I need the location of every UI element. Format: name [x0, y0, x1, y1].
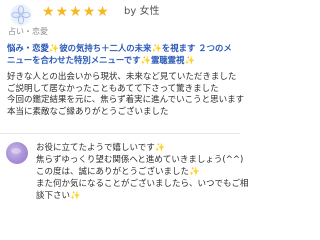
- review-body-line: 本当に素敵なご縁ありがとうございました: [7, 106, 169, 117]
- menu-title-part: 彼の気持ち＋二人の未来: [59, 43, 152, 53]
- category-label: 占い・恋愛: [8, 27, 48, 36]
- star-icon: ★: [69, 4, 82, 20]
- review-card: ★ ★ ★ ★ ★ by 女性 占い・恋愛 悩み・恋愛✨彼の気持ち＋二人の未来✨…: [0, 0, 249, 240]
- rating-row: ★ ★ ★ ★ ★ by 女性: [4, 4, 236, 26]
- reply-line: この度は、誠にありがとうございました✨: [36, 167, 200, 177]
- star-rating: ★ ★ ★ ★ ★: [42, 4, 109, 20]
- reply-line: 談下さい✨: [36, 191, 81, 201]
- sparkle-icon: ✨: [189, 167, 200, 177]
- star-icon: ★: [42, 4, 55, 20]
- review-body: 好きな人との出会いから現状、未来など見ていただきました ご説明して居なかったこと…: [7, 72, 245, 118]
- seller-reply: お役に立てたようで嬉しいです✨ 焦らずゆっくり望む関係へと進めていきましょう(^…: [0, 140, 249, 240]
- menu-title-part: 悩み・恋愛: [7, 43, 49, 53]
- flower-icon: [11, 5, 31, 25]
- reply-line: お役に立てたようで嬉しいです✨: [36, 143, 166, 153]
- sparkle-icon: ✨: [151, 43, 162, 53]
- sparkle-icon: ✨: [48, 43, 60, 53]
- menu-title-part: を視ます: [161, 43, 196, 53]
- sparkle-icon: ✨: [140, 55, 151, 65]
- reviewer-label: by 女性: [124, 6, 160, 17]
- menu-title-part: 霊聴霊視: [150, 55, 185, 65]
- reply-line: 焦らずゆっくり望む関係へと進めていきましょう(^^): [36, 155, 244, 165]
- divider: [0, 133, 240, 134]
- review-body-line: 今回の鑑定結果を元に、焦らず着実に進んでいこうと思います: [7, 95, 245, 105]
- menu-title-link[interactable]: 悩み・恋愛✨彼の気持ち＋二人の未来✨を視ます ２つのメニューを合わせた特別メニュ…: [7, 42, 235, 66]
- sparkle-icon: ✨: [154, 143, 166, 153]
- sparkle-icon: ✨: [70, 191, 81, 201]
- reply-text: お役に立てたようで嬉しいです✨ 焦らずゆっくり望む関係へと進めていきましょう(^…: [36, 142, 249, 202]
- sparkle-icon: ✨: [184, 55, 195, 65]
- star-icon: ★: [55, 4, 69, 20]
- seller-avatar: [6, 142, 28, 164]
- reply-line: また何か気になることがございましたら、いつでもご相: [36, 179, 249, 189]
- star-icon: ★: [96, 4, 109, 20]
- review-body-line: ご説明して居なかったこともあてて下さって驚きました: [7, 83, 219, 94]
- review-body-line: 好きな人との出会いから現状、未来など見ていただきました: [7, 72, 237, 82]
- reviewer-avatar: [10, 4, 32, 26]
- star-icon: ★: [82, 4, 96, 20]
